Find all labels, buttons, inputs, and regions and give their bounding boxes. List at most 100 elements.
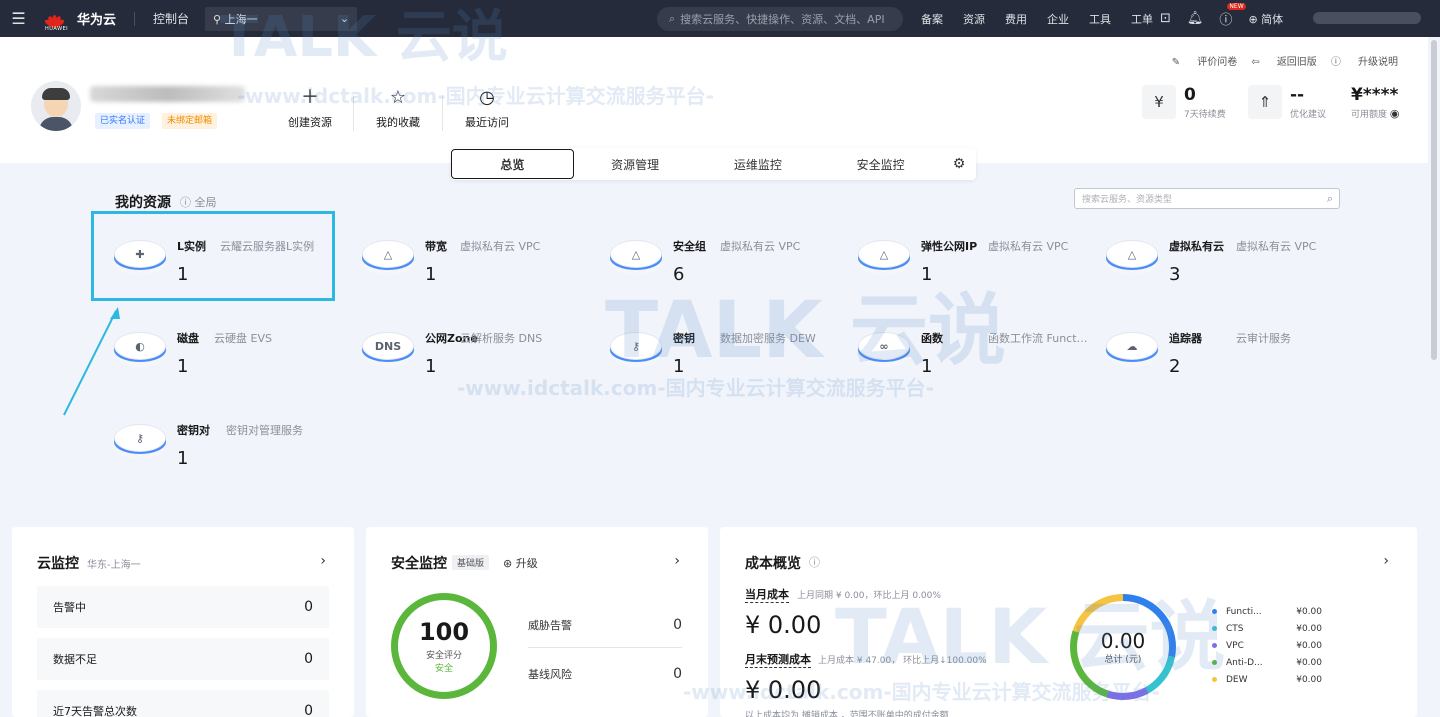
resource-card[interactable]: DNS 公网Zone 云解析服务 DNS 1	[339, 304, 579, 384]
resource-count[interactable]: 1	[921, 264, 932, 285]
nav-link-beian[interactable]: 备案	[921, 11, 943, 27]
resource-search-input[interactable]: 搜索云服务、资源类型 ⌕	[1074, 188, 1340, 209]
resource-count[interactable]: 1	[425, 264, 436, 285]
survey-link[interactable]: ✎ 评价问卷	[1172, 53, 1238, 68]
resource-card[interactable]: △ 带宽 虚拟私有云 VPC 1	[339, 212, 579, 292]
page-scrollbar[interactable]	[1431, 40, 1437, 360]
renewal-stat[interactable]: ¥ 0 7天待续费	[1142, 85, 1226, 120]
legend-value: ¥0.00	[1296, 641, 1322, 651]
help-icon[interactable]: ⓘ NEW	[1219, 3, 1246, 28]
account-header: ✎ 评价问卷 ⇦ 返回旧版 ⓘ 升级说明 已实名认证 未绑定邮箱 ＋ 创建资源 …	[0, 37, 1428, 163]
resource-count[interactable]: 3	[1169, 264, 1180, 285]
monitor-row-alarming[interactable]: 告警中 0	[37, 586, 329, 628]
chevron-right-icon[interactable]: ›	[1383, 553, 1389, 569]
resource-card[interactable]: ☁ 追踪器 云审计服务 2	[1083, 304, 1323, 384]
resource-count[interactable]: 2	[1169, 356, 1180, 377]
top-nav-links: 备案 资源 费用 企业 工具 工单	[921, 0, 1173, 37]
global-search-input[interactable]: ⌕ 搜索云服务、快捷操作、资源、文档、API	[657, 7, 903, 31]
tab-ops-monitoring[interactable]: 运维监控	[697, 149, 820, 179]
resource-card[interactable]: ⚷ 密钥 数据加密服务 DEW 1	[587, 304, 827, 384]
legend-item[interactable]: Functi... ¥0.00	[1212, 607, 1322, 617]
resource-scope-label: 全局	[194, 196, 217, 209]
favorites-label: 我的收藏	[376, 116, 420, 129]
monitor-row-insufficient[interactable]: 数据不足 0	[37, 638, 329, 680]
bell-icon[interactable]: 🔔︎	[1187, 11, 1204, 26]
email-unbound-badge[interactable]: 未绑定邮箱	[162, 113, 218, 129]
avatar[interactable]	[31, 81, 81, 131]
resource-count[interactable]: 1	[177, 356, 188, 377]
legend-item[interactable]: VPC ¥0.00	[1212, 641, 1322, 651]
nav-link-tickets[interactable]: 工单	[1131, 11, 1153, 27]
resource-count[interactable]: 1	[177, 448, 188, 469]
baseline-risk-row[interactable]: 基线风险 0	[528, 666, 682, 682]
resource-card[interactable]: △ 安全组 虚拟私有云 VPC 6	[587, 212, 827, 292]
recent-visits-button[interactable]: ◷ 最近访问	[465, 87, 509, 130]
legend-dot	[1212, 609, 1217, 614]
user-account-menu[interactable]	[1313, 12, 1421, 24]
cost-donut-chart[interactable]: 0.00 总计 (元)	[1070, 594, 1176, 700]
renewal-label: 7天待续费	[1184, 110, 1226, 120]
tab-overview[interactable]: 总览	[451, 149, 574, 179]
legend-item[interactable]: CTS ¥0.00	[1212, 624, 1322, 634]
chevron-right-icon[interactable]: ›	[320, 553, 326, 569]
resource-card[interactable]: △ 弹性公网IP 虚拟私有云 VPC 1	[835, 212, 1075, 292]
forecast-cost-label[interactable]: 月末预测成本	[745, 651, 811, 668]
terminal-icon[interactable]: ⊡	[1160, 11, 1171, 26]
region-selector[interactable]: ⚲ 上海一 ⌄	[205, 6, 358, 31]
resource-search-placeholder: 搜索云服务、资源类型	[1082, 195, 1173, 205]
upgrade-notes-link[interactable]: ⓘ 升级说明	[1331, 53, 1398, 68]
nav-link-enterprise[interactable]: 企业	[1047, 11, 1069, 27]
upgrade-link[interactable]: ⊛ 升级	[503, 555, 538, 571]
resource-count[interactable]: 6	[673, 264, 684, 285]
current-month-cost-label[interactable]: 当月成本	[745, 586, 789, 603]
verified-badge[interactable]: 已实名认证	[95, 113, 151, 129]
cost-total: 0.00	[1100, 628, 1146, 653]
chevron-right-icon[interactable]: ›	[674, 553, 680, 569]
tab-resource-management[interactable]: 资源管理	[574, 149, 697, 179]
eye-icon[interactable]: ◉	[1390, 107, 1400, 120]
console-link[interactable]: 控制台	[153, 10, 189, 27]
resource-card[interactable]: ∞ 函数 函数工作流 FunctionGraph 1	[835, 304, 1088, 384]
legend-value: ¥0.00	[1296, 675, 1322, 685]
huawei-logo[interactable]	[43, 10, 66, 28]
resource-count[interactable]: 1	[921, 356, 932, 377]
legend-name: Functi...	[1226, 607, 1262, 617]
optimization-label: 优化建议	[1290, 110, 1327, 120]
resource-count[interactable]: 1	[673, 356, 684, 377]
favorites-button[interactable]: ☆ 我的收藏	[376, 87, 420, 130]
brand-name[interactable]: 华为云	[77, 9, 116, 28]
resource-count[interactable]: 1	[425, 356, 436, 377]
account-name-blurred	[90, 86, 245, 102]
hamburger-menu-icon[interactable]: ☰	[0, 0, 37, 37]
resource-name: 密钥对	[177, 424, 210, 437]
tab-security-monitoring[interactable]: 安全监控	[819, 149, 942, 179]
resource-name: 虚拟私有云	[1169, 240, 1224, 253]
create-resource-button[interactable]: ＋ 创建资源	[288, 87, 332, 130]
resource-icon: ∞	[858, 332, 910, 372]
threat-alerts-row[interactable]: 威胁告警 0	[528, 617, 682, 633]
help-circle-icon[interactable]: ⓘ	[180, 196, 191, 209]
resource-glyph: ☁	[1106, 332, 1158, 360]
resource-card[interactable]: △ 虚拟私有云 虚拟私有云 VPC 3	[1083, 212, 1323, 292]
resource-scope[interactable]: ⓘ 全局	[180, 194, 217, 210]
annotation-arrow-icon	[63, 307, 120, 416]
legend-item[interactable]: Anti-D... ¥0.00	[1212, 658, 1322, 668]
credit-stat[interactable]: ¥**** 可用额度 ◉	[1351, 85, 1400, 120]
gear-icon[interactable]: ⚙	[942, 156, 976, 172]
resource-glyph: △	[362, 240, 414, 268]
optimization-stat[interactable]: ⇑ -- 优化建议	[1248, 85, 1326, 120]
legend-item[interactable]: DEW ¥0.00	[1212, 675, 1322, 685]
resource-glyph: ⚷	[114, 424, 166, 452]
language-switcher[interactable]: ⊕ 简体	[1248, 11, 1283, 27]
resource-glyph: △	[858, 240, 910, 268]
nav-link-tools[interactable]: 工具	[1089, 11, 1111, 27]
forecast-comparison: 上月成本 ¥ 47.00， 环比上月↓100.00%	[818, 656, 987, 666]
search-icon[interactable]: ⌕	[1327, 192, 1333, 206]
return-old-version-link[interactable]: ⇦ 返回旧版	[1251, 53, 1317, 68]
help-circle-icon[interactable]: ⓘ	[809, 554, 820, 570]
resource-glyph: ∞	[858, 332, 910, 360]
nav-link-resources[interactable]: 资源	[963, 11, 985, 27]
legend-name: CTS	[1226, 624, 1244, 634]
monitor-row-7day-total[interactable]: 近7天告警总次数 0	[37, 690, 329, 717]
nav-link-billing[interactable]: 费用	[1005, 11, 1027, 27]
